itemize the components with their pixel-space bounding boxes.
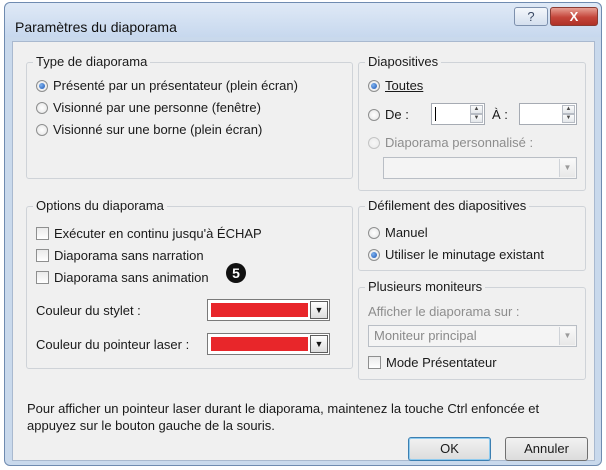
checkbox-no-animation-label: Diaporama sans animation (54, 270, 209, 285)
title-bar[interactable]: Paramètres du diaporama ? X (5, 3, 601, 37)
checkbox-no-narration[interactable]: Diaporama sans narration (36, 248, 204, 263)
pen-color-picker[interactable]: ▼ (207, 299, 330, 321)
radio-manual-label: Manuel (385, 225, 428, 240)
to-slide-label: À : (492, 107, 508, 122)
radio-button-icon[interactable] (368, 248, 380, 261)
text-cursor (435, 107, 436, 121)
radio-button-icon[interactable] (36, 101, 48, 114)
checkbox-presenter-view-label: Mode Présentateur (386, 355, 497, 370)
group-slides-legend: Diapositives (365, 54, 442, 69)
radio-slide-range-label: De : (385, 107, 409, 122)
radio-individual[interactable]: Visionné par une personne (fenêtre) (36, 100, 261, 115)
to-slide-input[interactable]: ▲ ▼ (519, 103, 577, 125)
radio-button-icon[interactable] (36, 123, 48, 136)
group-slideshow-options: Options du diaporama Exécuter en continu… (26, 198, 353, 369)
custom-show-select[interactable]: ▼ (383, 157, 577, 179)
checkbox-icon[interactable] (36, 227, 49, 240)
spin-down-icon[interactable]: ▼ (470, 114, 483, 123)
checkbox-no-narration-label: Diaporama sans narration (54, 248, 204, 263)
group-slideshow-type: Type de diaporama Présenté par un présen… (26, 54, 353, 179)
radio-button-icon[interactable] (368, 79, 380, 92)
radio-button-icon[interactable] (368, 136, 380, 149)
radio-use-timings-label: Utiliser le minutage existant (385, 247, 544, 262)
group-advance-slides: Défilement des diapositives Manuel Utili… (358, 198, 586, 271)
group-advance-slides-legend: Défilement des diapositives (365, 198, 530, 213)
radio-button-icon[interactable] (368, 108, 380, 121)
step-number-badge: 5 (226, 263, 246, 283)
laser-color-label: Couleur du pointeur laser : (36, 337, 190, 352)
checkbox-icon[interactable] (36, 249, 49, 262)
pen-color-label: Couleur du stylet : (36, 303, 141, 318)
dialog-body: Type de diaporama Présenté par un présen… (12, 41, 595, 461)
group-slideshow-type-legend: Type de diaporama (33, 54, 151, 69)
radio-button-icon[interactable] (36, 79, 48, 92)
radio-custom-show-label: Diaporama personnalisé : (385, 135, 534, 150)
chevron-down-icon[interactable]: ▼ (559, 327, 575, 345)
checkbox-loop-label: Exécuter en continu jusqu'à ÉCHAP (54, 226, 262, 241)
chevron-down-icon[interactable]: ▼ (310, 301, 328, 319)
pen-color-swatch (211, 303, 308, 317)
checkbox-no-animation[interactable]: Diaporama sans animation (36, 270, 209, 285)
checkbox-presenter-view[interactable]: Mode Présentateur (368, 355, 497, 370)
radio-all-slides[interactable]: Toutes (368, 78, 423, 93)
monitor-select[interactable]: Moniteur principal ▼ (368, 325, 577, 347)
help-icon[interactable]: ? (514, 7, 548, 26)
radio-use-timings[interactable]: Utiliser le minutage existant (368, 247, 544, 262)
laser-color-swatch (211, 337, 308, 351)
laser-pointer-hint: Pour afficher un pointeur laser durant l… (27, 401, 540, 433)
slideshow-settings-dialog: Paramètres du diaporama ? X Type de diap… (4, 2, 602, 466)
group-multiple-monitors: Plusieurs moniteurs Afficher le diaporam… (358, 279, 586, 380)
cancel-button[interactable]: Annuler (505, 437, 588, 461)
chevron-down-icon[interactable]: ▼ (559, 159, 575, 177)
radio-manual[interactable]: Manuel (368, 225, 428, 240)
radio-kiosk[interactable]: Visionné sur une borne (plein écran) (36, 122, 262, 137)
checkbox-icon[interactable] (368, 356, 381, 369)
radio-presenter-label: Présenté par un présentateur (plein écra… (53, 78, 298, 93)
group-slideshow-options-legend: Options du diaporama (33, 198, 167, 213)
radio-individual-label: Visionné par une personne (fenêtre) (53, 100, 261, 115)
radio-presenter[interactable]: Présenté par un présentateur (plein écra… (36, 78, 298, 93)
display-on-label: Afficher le diaporama sur : (368, 304, 520, 319)
spin-up-icon[interactable]: ▲ (562, 105, 575, 114)
radio-slide-range[interactable]: De : (368, 107, 409, 122)
monitor-select-value: Moniteur principal (374, 328, 477, 343)
checkbox-icon[interactable] (36, 271, 49, 284)
radio-button-icon[interactable] (368, 226, 380, 239)
spin-up-icon[interactable]: ▲ (470, 105, 483, 114)
radio-all-slides-label: Toutes (385, 78, 424, 93)
laser-color-picker[interactable]: ▼ (207, 333, 330, 355)
spin-down-icon[interactable]: ▼ (562, 114, 575, 123)
from-slide-input[interactable]: ▲ ▼ (431, 103, 485, 125)
window-title: Paramètres du diaporama (15, 19, 177, 35)
chevron-down-icon[interactable]: ▼ (310, 335, 328, 353)
checkbox-loop-until-esc[interactable]: Exécuter en continu jusqu'à ÉCHAP (36, 226, 262, 241)
group-slides: Diapositives Toutes De : ▲ ▼ À : ▲ ▼ Dia… (358, 54, 586, 191)
radio-custom-show[interactable]: Diaporama personnalisé : (368, 135, 533, 150)
ok-button[interactable]: OK (408, 437, 491, 461)
close-icon[interactable]: X (550, 7, 598, 26)
radio-kiosk-label: Visionné sur une borne (plein écran) (53, 122, 263, 137)
group-multiple-monitors-legend: Plusieurs moniteurs (365, 279, 486, 294)
